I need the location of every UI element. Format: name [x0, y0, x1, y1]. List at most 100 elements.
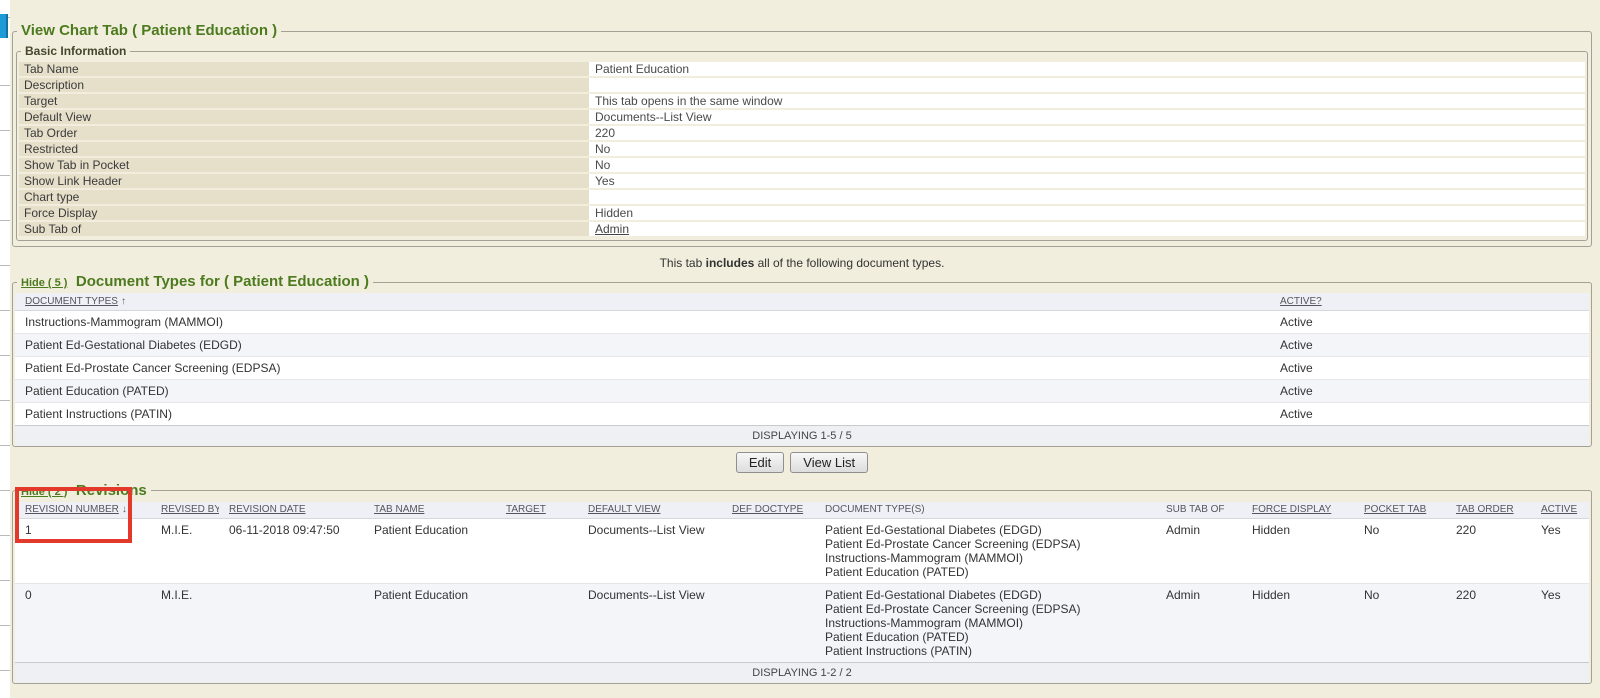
document-types-title: Document Types for ( Patient Education )	[76, 273, 369, 290]
basic-info-row: Force Display Hidden	[19, 205, 1585, 221]
basic-info-row: Chart type	[19, 189, 1585, 205]
document-type-active: Active	[1270, 333, 1589, 356]
field-label: Show Link Header	[19, 173, 589, 189]
basic-information-title: Basic Information	[25, 44, 126, 58]
cropped-left-table-edge	[0, 0, 10, 698]
sort-descending-icon[interactable]: ↓	[122, 504, 127, 515]
basic-info-row: Default View Documents--List View	[19, 109, 1585, 125]
tab-order: 220	[1446, 519, 1531, 584]
field-value: This tab opens in the same window	[589, 93, 1585, 109]
field-label: Description	[19, 77, 589, 93]
document-types-list: Patient Ed-Gestational Diabetes (EDGD) P…	[815, 584, 1156, 663]
revision-number: 0	[15, 584, 151, 663]
column-header-label[interactable]: TAB ORDER	[1456, 504, 1514, 515]
document-types-fieldset: Hide ( 5 ) Document Types for ( Patient …	[12, 273, 1592, 447]
pocket-tab: No	[1354, 584, 1446, 663]
document-types-list: Patient Ed-Gestational Diabetes (EDGD) P…	[815, 519, 1156, 584]
def-doctype	[722, 519, 815, 584]
includes-note-bold: includes	[706, 256, 755, 270]
hide-revisions-link[interactable]: Hide ( 2 )	[21, 486, 67, 498]
document-type-line: Patient Ed-Prostate Cancer Screening (ED…	[825, 602, 1154, 616]
field-label: Force Display	[19, 205, 589, 221]
field-label: Restricted	[19, 141, 589, 157]
revisions-fieldset: Hide ( 2 ) Revisions REVISION NUMBER↓ RE…	[12, 482, 1592, 685]
basic-info-row: Show Link Header Yes	[19, 173, 1585, 189]
column-header-label[interactable]: TARGET	[506, 504, 546, 515]
document-type-row: Patient Ed-Prostate Cancer Screening (ED…	[15, 356, 1589, 379]
document-types-footer-row: DISPLAYING 1-5 / 5	[15, 425, 1589, 446]
field-label: Target	[19, 93, 589, 109]
tab-name: Patient Education	[364, 519, 496, 584]
basic-info-row: Description	[19, 77, 1585, 93]
sub-tab-of: Admin	[1156, 519, 1242, 584]
pocket-tab: No	[1354, 519, 1446, 584]
tab-name: Patient Education	[364, 584, 496, 663]
column-header-label[interactable]: ACTIVE	[1541, 504, 1577, 515]
field-value: Yes	[589, 173, 1585, 189]
sub-tab-of-link[interactable]: Admin	[595, 222, 629, 236]
document-type-name: Patient Education (PATED)	[15, 379, 1270, 402]
field-value	[589, 77, 1585, 93]
column-header-label[interactable]: DOCUMENT TYPES	[25, 296, 118, 307]
default-view: Documents--List View	[578, 584, 722, 663]
view-list-button[interactable]: View List	[790, 452, 868, 473]
column-header-active[interactable]: ACTIVE?	[1270, 293, 1589, 310]
document-type-row: Instructions-Mammogram (MAMMOI) Active	[15, 310, 1589, 333]
view-chart-tab-fieldset: View Chart Tab ( Patient Education ) Bas…	[12, 22, 1592, 247]
document-type-name: Patient Ed-Gestational Diabetes (EDGD)	[15, 333, 1270, 356]
revised-by: M.I.E.	[151, 584, 219, 663]
column-header-label[interactable]: REVISION NUMBER	[25, 504, 119, 515]
revision-number: 1	[15, 519, 151, 584]
column-header-revised-by[interactable]: REVISED BY	[151, 502, 219, 519]
hide-document-types-link[interactable]: Hide ( 5 )	[21, 277, 67, 289]
column-header-label[interactable]: POCKET TAB	[1364, 504, 1426, 515]
revisions-title: Revisions	[76, 482, 147, 499]
column-header-target[interactable]: TARGET	[496, 502, 578, 519]
column-header-label[interactable]: DEF DOCTYPE	[732, 504, 803, 515]
column-header-tab-name[interactable]: TAB NAME	[364, 502, 496, 519]
column-header-document-types: DOCUMENT TYPE(S)	[815, 502, 1156, 519]
document-type-active: Active	[1270, 356, 1589, 379]
column-header-revision-date[interactable]: REVISION DATE	[219, 502, 364, 519]
revisions-legend: Hide ( 2 ) Revisions	[17, 482, 151, 500]
revision-date	[219, 584, 364, 663]
column-header-label[interactable]: FORCE DISPLAY	[1252, 504, 1331, 515]
sort-ascending-icon[interactable]: ↑	[121, 296, 126, 307]
column-header-label[interactable]: ACTIVE?	[1280, 296, 1322, 307]
column-header-default-view[interactable]: DEFAULT VIEW	[578, 502, 722, 519]
def-doctype	[722, 584, 815, 663]
left-edge-blue-marker	[0, 14, 8, 38]
document-type-row: Patient Ed-Gestational Diabetes (EDGD) A…	[15, 333, 1589, 356]
field-label: Sub Tab of	[19, 221, 589, 237]
action-buttons: Edit View List	[12, 452, 1592, 473]
column-header-revision-number[interactable]: REVISION NUMBER↓	[15, 502, 151, 519]
document-type-line: Patient Ed-Gestational Diabetes (EDGD)	[825, 588, 1154, 602]
column-header-label[interactable]: DEFAULT VIEW	[588, 504, 660, 515]
document-type-line: Instructions-Mammogram (MAMMOI)	[825, 551, 1154, 565]
includes-note-prefix: This tab	[660, 256, 706, 270]
column-header-tab-order[interactable]: TAB ORDER	[1446, 502, 1531, 519]
field-value: No	[589, 157, 1585, 173]
column-header-label[interactable]: REVISED BY	[161, 504, 219, 515]
document-type-active: Active	[1270, 310, 1589, 333]
page-title: View Chart Tab ( Patient Education )	[21, 22, 277, 39]
edit-button[interactable]: Edit	[736, 452, 784, 473]
basic-info-row: Show Tab in Pocket No	[19, 157, 1585, 173]
column-header-pocket-tab[interactable]: POCKET TAB	[1354, 502, 1446, 519]
column-header-document-types[interactable]: DOCUMENT TYPES↑	[15, 293, 1270, 310]
column-header-active[interactable]: ACTIVE	[1531, 502, 1589, 519]
document-type-line: Patient Education (PATED)	[825, 630, 1154, 644]
revisions-header-row: REVISION NUMBER↓ REVISED BY REVISION DAT…	[15, 502, 1589, 519]
basic-information-legend: Basic Information	[21, 42, 130, 60]
field-value	[589, 189, 1585, 205]
document-type-line: Patient Ed-Prostate Cancer Screening (ED…	[825, 537, 1154, 551]
column-header-label[interactable]: TAB NAME	[374, 504, 424, 515]
field-label: Tab Order	[19, 125, 589, 141]
revisions-table: REVISION NUMBER↓ REVISED BY REVISION DAT…	[15, 502, 1589, 684]
document-type-line: Patient Ed-Gestational Diabetes (EDGD)	[825, 523, 1154, 537]
column-header-force-display[interactable]: FORCE DISPLAY	[1242, 502, 1354, 519]
column-header-label[interactable]: REVISION DATE	[229, 504, 306, 515]
column-header-def-doctype[interactable]: DEF DOCTYPE	[722, 502, 815, 519]
field-label: Default View	[19, 109, 589, 125]
document-type-name: Patient Instructions (PATIN)	[15, 402, 1270, 425]
